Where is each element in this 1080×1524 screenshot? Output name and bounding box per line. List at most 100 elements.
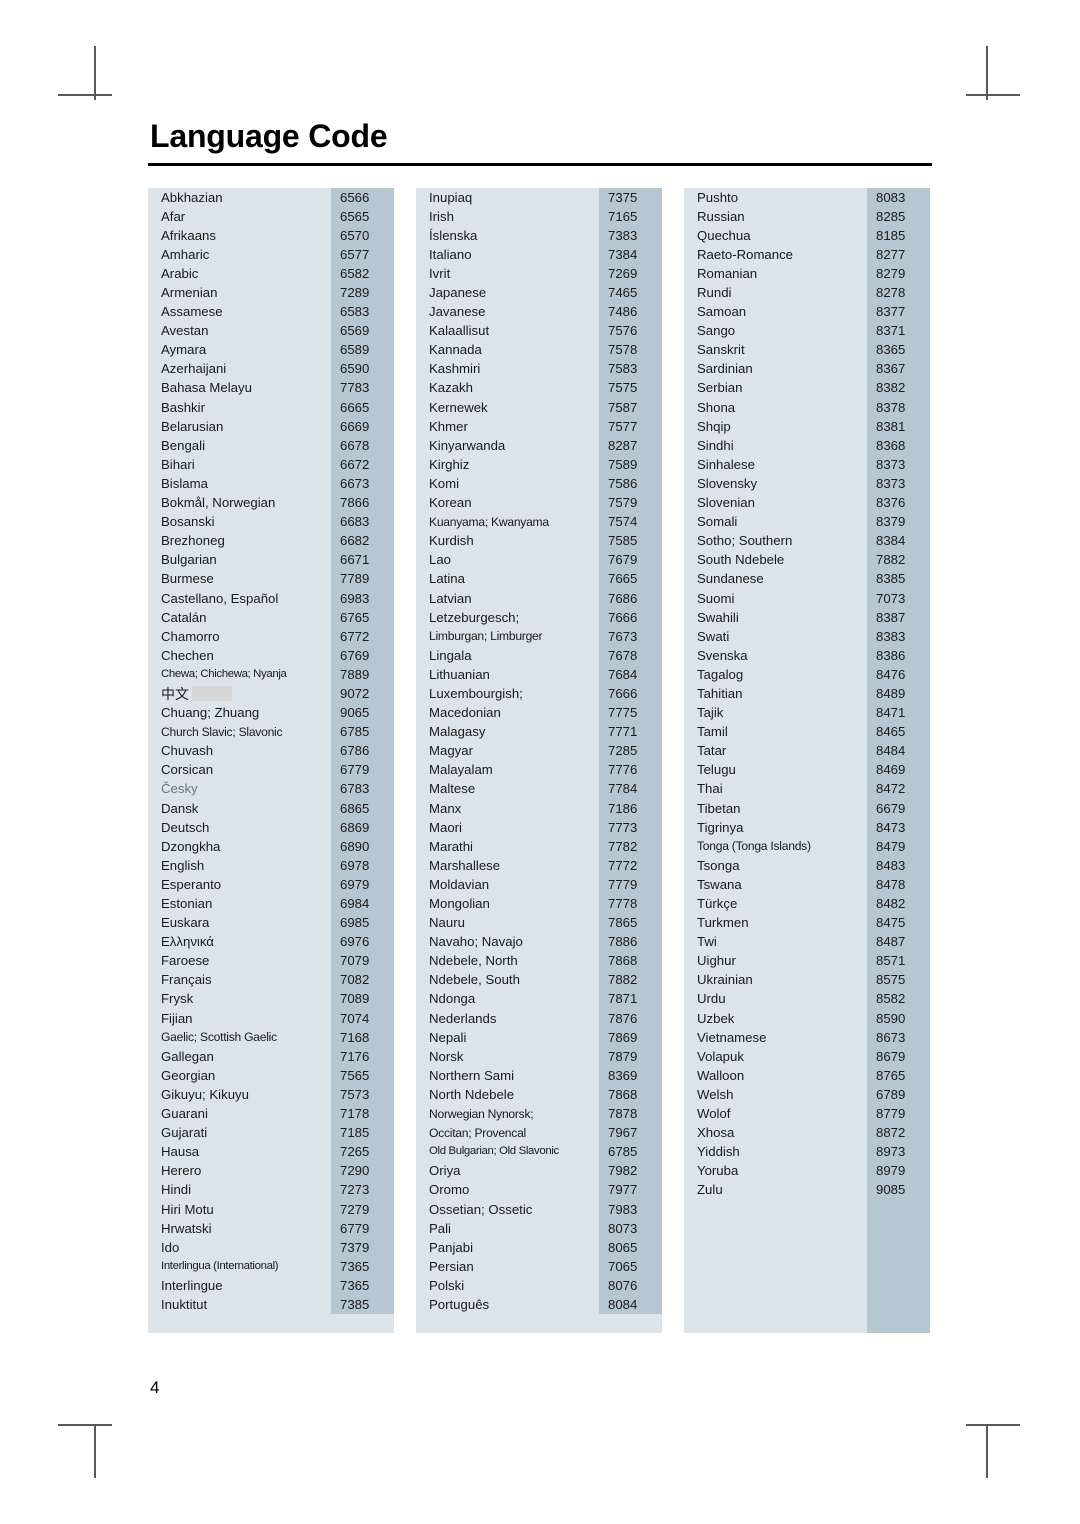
redaction-block: [192, 686, 232, 702]
language-code-value: 8377: [867, 302, 930, 322]
language-row: Sardinian 8367: [684, 359, 930, 379]
language-code-value: [867, 1295, 930, 1315]
language-code-value: 8369: [599, 1065, 662, 1085]
language-code-value: 6783: [331, 779, 394, 799]
language-name: Belarusian: [161, 418, 224, 434]
language-row: Shqip 8381: [684, 416, 930, 436]
language-row: Thai 8472: [684, 779, 930, 799]
language-name: Faroese: [161, 953, 210, 969]
language-name: Navaho; Navajo: [429, 934, 523, 950]
language-name: Korean: [429, 495, 472, 511]
language-row: Uighur 8571: [684, 951, 930, 971]
language-name: Vietnamese: [697, 1029, 767, 1045]
language-row-empty: [684, 1275, 930, 1296]
language-code-value: 8285: [867, 206, 930, 226]
language-name: Ukrainian: [697, 972, 753, 988]
language-name: Kinyarwanda: [429, 437, 506, 453]
language-name: Sinhalese: [697, 456, 755, 472]
language-code-value: 9072: [331, 684, 394, 704]
language-row: Bashkir 6665: [148, 397, 394, 417]
language-code-value: 7666: [599, 607, 662, 627]
language-code-value: 7379: [331, 1237, 394, 1257]
language-name: Nepali: [429, 1029, 467, 1045]
language-code-value: 7776: [599, 760, 662, 780]
language-code-value: 8379: [867, 512, 930, 532]
language-row: Xhosa 8872: [684, 1123, 930, 1143]
language-name: Assamese: [161, 304, 223, 320]
page-number: 4: [150, 1378, 160, 1397]
language-name: Catalán: [161, 609, 207, 625]
language-name: Amharic: [161, 246, 210, 262]
language-name: Telugu: [697, 762, 736, 778]
language-code-value: 7868: [599, 1085, 662, 1105]
language-row: Português 8084: [416, 1295, 662, 1315]
language-row: Javanese 7486: [416, 302, 662, 322]
language-row: Sindhi 8368: [684, 435, 930, 455]
language-row: Armenian 7289: [148, 283, 394, 303]
language-name: Abkhazian: [161, 189, 223, 205]
language-code-value: 6673: [331, 474, 394, 494]
language-code-value: 7967: [599, 1123, 662, 1143]
language-row: Ukrainian 8575: [684, 970, 930, 990]
language-name: Bulgarian: [161, 552, 217, 568]
language-row: Euskara 6985: [148, 913, 394, 933]
language-name: Interlingue: [161, 1277, 223, 1293]
language-name: Hausa: [161, 1144, 200, 1160]
language-row: Fijian 7074: [148, 1008, 394, 1028]
language-row-empty: [684, 1199, 930, 1219]
language-code-value: 6772: [331, 626, 394, 646]
language-code-value: 8084: [599, 1295, 662, 1315]
language-row: Old Bulgarian; Old Slavonic 6785: [416, 1142, 662, 1162]
crop-mark-bottom-left-horizontal: [58, 1424, 112, 1426]
language-row: Tamil 8465: [684, 722, 930, 742]
language-name: Occitan; Provencal: [429, 1125, 526, 1140]
language-row: Interlingua (International) 7365: [148, 1256, 394, 1276]
language-code-value: 6669: [331, 416, 394, 436]
language-code-value: 7365: [331, 1256, 394, 1276]
language-name: Armenian: [161, 285, 218, 300]
language-name: Wolof: [697, 1106, 731, 1122]
language-row: Nauru 7865: [416, 913, 662, 933]
language-row: Pushto 8083: [684, 187, 930, 207]
language-code-table: Abkhazian 6566 Afar 6565 Afrikaans 6570 Amhari…: [148, 187, 932, 1334]
language-row: Amharic 6577: [148, 244, 394, 264]
language-code-value: 7176: [331, 1046, 394, 1066]
language-code-value: 8384: [867, 531, 930, 551]
language-code-value: 6589: [331, 340, 394, 360]
language-row: Arabic 6582: [148, 263, 394, 284]
language-code-value: 6577: [331, 244, 394, 264]
language-row-empty: [684, 1314, 930, 1334]
language-row: Kirghiz 7589: [416, 454, 662, 474]
language-name: Chuang; Zhuang: [161, 705, 260, 721]
language-name: Volapuk: [697, 1048, 744, 1064]
language-name: Burmese: [161, 571, 214, 587]
language-name: Euskara: [161, 915, 210, 931]
language-name: Somali: [697, 514, 738, 530]
language-name: Estonian: [161, 896, 213, 911]
language-code-value: 7684: [599, 664, 662, 685]
language-name: Bokmål, Norwegian: [161, 495, 276, 511]
language-code-value: 7082: [331, 970, 394, 990]
language-row: Deutsch 6869: [148, 817, 394, 837]
language-row: Azerhaijani 6590: [148, 359, 394, 379]
language-code-value: 6679: [867, 798, 930, 818]
language-row: Samoan 8377: [684, 302, 930, 322]
language-row: Vietnamese 8673: [684, 1027, 930, 1047]
language-code-value: 8387: [867, 607, 930, 627]
language-code-value: 8779: [867, 1104, 930, 1124]
language-row: Slovensky 8373: [684, 474, 930, 494]
language-row: Esperanto 6979: [148, 874, 394, 895]
language-name: Gikuyu; Kikuyu: [161, 1086, 249, 1102]
language-name: Twi: [697, 934, 717, 950]
language-code-value: 7465: [599, 283, 662, 303]
language-code-value: 8376: [867, 493, 930, 513]
language-row: Slovenian 8376: [684, 493, 930, 513]
language-name: Kurdish: [429, 533, 474, 549]
language-row: Ndebele, South 7882: [416, 970, 662, 990]
language-name-cjk: 中文: [161, 685, 189, 702]
language-name: Javanese: [429, 304, 486, 320]
language-name: Pali: [429, 1220, 451, 1236]
language-row: Chewa; Chichewa; Nyanja 7889: [148, 664, 394, 685]
language-name: Uighur: [697, 953, 736, 969]
language-name: Frysk: [161, 991, 194, 1007]
